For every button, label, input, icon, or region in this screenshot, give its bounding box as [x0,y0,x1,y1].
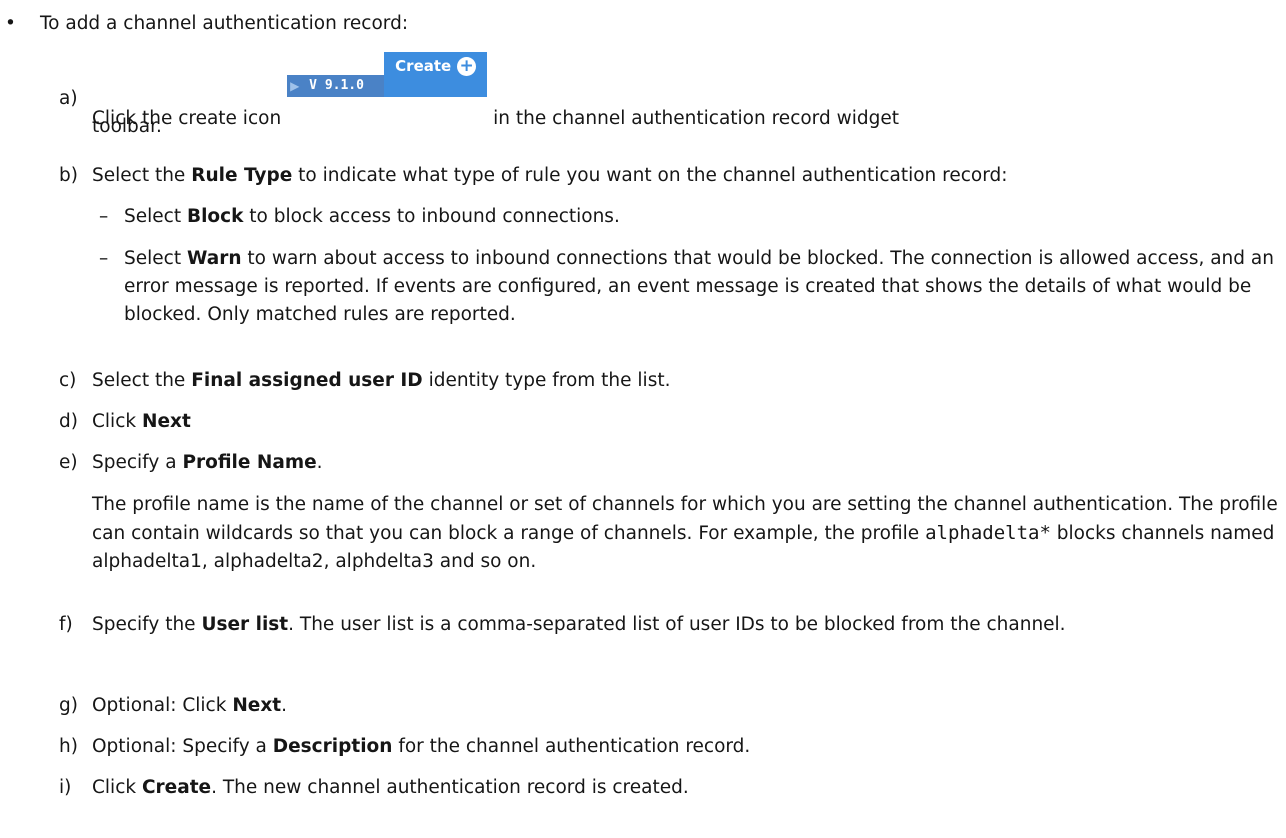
intro-text: To add a channel authentication record: [40,13,409,34]
step-text-after: . [281,695,288,716]
sub-text-before: Select [124,206,182,227]
bullet-marker: • [5,13,16,34]
step-text-before: Select the [92,370,186,391]
step-g: g) Optional: Click Next. [59,692,1279,720]
step-text-before: Click [92,411,137,432]
triangle-right-icon: ▶ [290,79,300,93]
field-name: Next [141,411,191,432]
step-f: f) Specify the User list. The user list … [59,611,1279,639]
field-name: Profile Name [182,452,317,473]
sub-text-after: to block access to inbound connections. [249,206,620,227]
dash-marker: – [99,248,109,269]
step-label: d) [59,411,78,432]
create-icon: ▶ V 9.1.0 Create + [287,52,488,101]
dash-marker: – [99,206,109,227]
option-name: Warn [186,248,242,269]
step-label: e) [59,452,78,473]
step-text-before: Select the [92,165,186,186]
sub-item-warn: – Select Warn to warn about access to in… [99,245,1279,329]
step-text-before: Click [92,777,137,798]
step-a: a) Click the create icon ▶ V 9.1.0 Creat… [59,52,1279,129]
sub-item-block: – Select Block to block access to inboun… [99,203,1279,231]
step-text-after: . The user list is a comma-separated lis… [288,614,1066,635]
step-text-after: for the channel authentication record. [398,736,751,757]
step-text-after: identity type from the list. [428,370,671,391]
field-name: Create [141,777,212,798]
step-text-after: to indicate what type of rule you want o… [298,165,1008,186]
step-text-before: Optional: Click [92,695,227,716]
step-e: e) Specify a Profile Name. [59,449,1279,477]
sub-text-before: Select [124,248,182,269]
version-label: V 9.1.0 [309,78,364,93]
step-label: c) [59,370,77,391]
step-text-after: . The new channel authentication record … [211,777,689,798]
step-label: f) [59,614,73,635]
step-h: h) Optional: Specify a Description for t… [59,733,1279,761]
field-name: Rule Type [191,165,293,186]
plus-circle-icon: + [457,57,477,76]
option-name: Block [186,206,244,227]
step-text-before: Specify the [92,614,196,635]
step-i: i) Click Create. The new channel authent… [59,774,1279,802]
field-name: Final assigned user ID [191,370,423,391]
sub-text-after: to warn about access to inbound connecti… [124,248,1274,325]
step-a-wrap: toolbar. [92,116,162,137]
create-label: Create [395,57,452,75]
code-sample: alphadelta* [925,522,1051,544]
step-c: c) Select the Final assigned user ID ide… [59,367,1279,395]
step-label: b) [59,165,78,186]
step-label: h) [59,736,78,757]
step-text-before: Optional: Specify a [92,736,267,757]
step-b: b) Select the Rule Type to indicate what… [59,162,1279,190]
field-name: Next [232,695,282,716]
field-name: User list [201,614,289,635]
field-name: Description [272,736,393,757]
step-d: d) Click Next [59,408,1279,436]
step-label: g) [59,695,78,716]
step-text-after: . [316,452,323,473]
step-label: i) [59,777,72,798]
step-text-before: Specify a [92,452,177,473]
step-a-continued: toolbar. [59,113,1279,141]
profile-name-paragraph: The profile name is the name of the chan… [92,491,1282,576]
create-button-image: Create + [384,52,488,97]
